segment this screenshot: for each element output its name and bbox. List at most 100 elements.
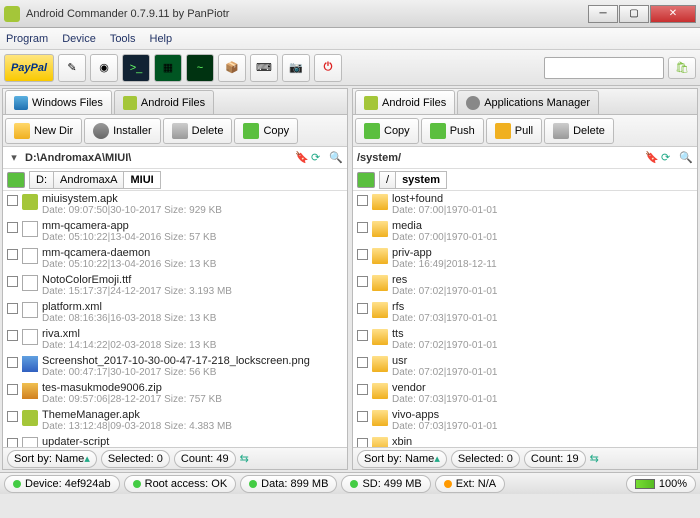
file-row[interactable]: vivo-appsDate: 07:03|1970-01-01 xyxy=(353,407,697,434)
maximize-button[interactable]: ▢ xyxy=(619,5,649,23)
file-row[interactable]: Screenshot_2017-10-30-00-47-17-218_locks… xyxy=(3,353,347,380)
file-row[interactable]: priv-appDate: 16:49|2018-12-11 xyxy=(353,245,697,272)
checkbox[interactable] xyxy=(7,276,18,287)
checkbox[interactable] xyxy=(357,384,368,395)
file-row[interactable]: NotoColorEmoji.ttfDate: 15:17:37|24-12-2… xyxy=(3,272,347,299)
delete-button-right[interactable]: Delete xyxy=(544,118,614,144)
bag-icon[interactable]: 🛍 xyxy=(668,57,696,79)
file-row[interactable]: miuisystem.apkDate: 09:07:50|30-10-2017 … xyxy=(3,191,347,218)
sort-left[interactable]: Sort by: Name ▴ xyxy=(7,450,97,468)
paypal-button[interactable]: PayPal xyxy=(4,54,54,82)
search-icon[interactable]: 🔍 xyxy=(679,151,693,164)
checkbox[interactable] xyxy=(357,222,368,233)
input-icon[interactable]: ⌨ xyxy=(250,54,278,82)
checkbox[interactable] xyxy=(7,384,18,395)
tab-android-files-right[interactable]: Android Files xyxy=(355,90,455,114)
button-label: Push xyxy=(450,125,475,137)
checkbox[interactable] xyxy=(357,438,368,447)
file-row[interactable]: mm-qcamera-daemonDate: 05:10:22|13-04-20… xyxy=(3,245,347,272)
gear-icon xyxy=(466,96,480,110)
installer-button[interactable]: Installer xyxy=(84,118,161,144)
search-icon[interactable]: 🔍 xyxy=(329,151,343,164)
file-name: res xyxy=(392,274,693,286)
sort-right[interactable]: Sort by: Name ▴ xyxy=(357,450,447,468)
checkbox[interactable] xyxy=(357,195,368,206)
crumb-andromaxa[interactable]: AndromaxA xyxy=(53,171,124,189)
newdir-button[interactable]: New Dir xyxy=(5,118,82,144)
bookmark-icon[interactable]: 🔖 xyxy=(645,151,657,164)
checkbox[interactable] xyxy=(7,222,18,233)
file-name: vivo-apps xyxy=(392,409,693,421)
bookmark-icon[interactable]: 🔖 xyxy=(295,151,307,164)
file-row[interactable]: lost+foundDate: 07:00|1970-01-01 xyxy=(353,191,697,218)
file-row[interactable]: updater-scriptDate: 18:21:16|08-03-2018 … xyxy=(3,434,347,447)
refresh-icon[interactable]: ⟳ xyxy=(661,151,675,164)
menu-program[interactable]: Program xyxy=(6,33,48,45)
checkbox[interactable] xyxy=(357,276,368,287)
checkbox[interactable] xyxy=(7,303,18,314)
file-row[interactable]: tes-masukmode9006.zipDate: 09:57:06|28-1… xyxy=(3,380,347,407)
edit-icon[interactable]: ✎ xyxy=(58,54,86,82)
checkbox[interactable] xyxy=(7,330,18,341)
back-button[interactable] xyxy=(7,172,25,188)
file-icon xyxy=(22,221,38,237)
copy-button-left[interactable]: Copy xyxy=(234,118,298,144)
checkbox[interactable] xyxy=(7,438,18,447)
copy-button-right[interactable]: Copy xyxy=(355,118,419,144)
menu-tools[interactable]: Tools xyxy=(110,33,136,45)
folder-icon xyxy=(372,275,388,291)
crumb-root[interactable]: / xyxy=(379,171,396,189)
file-row[interactable]: platform.xmlDate: 08:16:36|16-03-2018 Si… xyxy=(3,299,347,326)
delete-button-left[interactable]: Delete xyxy=(163,118,233,144)
checkbox[interactable] xyxy=(7,411,18,422)
terminal-icon[interactable]: >_ xyxy=(122,54,150,82)
minimize-button[interactable]: ─ xyxy=(588,5,618,23)
checkbox[interactable] xyxy=(357,303,368,314)
path-dropdown[interactable]: ▾ xyxy=(7,151,21,164)
checkbox[interactable] xyxy=(357,411,368,422)
back-button[interactable] xyxy=(357,172,375,188)
crumb-system[interactable]: system xyxy=(395,171,447,189)
nav-arrows-icon[interactable]: ⇆ xyxy=(240,452,252,465)
file-row[interactable]: mm-qcamera-appDate: 05:10:22|13-04-2016 … xyxy=(3,218,347,245)
process-icon[interactable]: ▦ xyxy=(154,54,182,82)
checkbox[interactable] xyxy=(7,249,18,260)
file-row[interactable]: ttsDate: 07:02|1970-01-01 xyxy=(353,326,697,353)
nav-arrows-icon[interactable]: ⇆ xyxy=(590,452,602,465)
tab-applications-manager[interactable]: Applications Manager xyxy=(457,90,599,114)
search-input[interactable] xyxy=(544,57,664,79)
tab-android-files-left[interactable]: Android Files xyxy=(114,90,214,114)
file-row[interactable]: mediaDate: 07:00|1970-01-01 xyxy=(353,218,697,245)
file-row[interactable]: rfsDate: 07:03|1970-01-01 xyxy=(353,299,697,326)
screenshot-icon[interactable]: 📷 xyxy=(282,54,310,82)
file-row[interactable]: xbinDate: 07:00|1970-01-01 xyxy=(353,434,697,447)
wifi-icon[interactable]: ◉ xyxy=(90,54,118,82)
refresh-icon[interactable]: ⟳ xyxy=(311,151,325,164)
menu-device[interactable]: Device xyxy=(62,33,96,45)
package-icon[interactable]: 📦 xyxy=(218,54,246,82)
checkbox[interactable] xyxy=(357,357,368,368)
pull-button[interactable]: Pull xyxy=(486,118,542,144)
checkbox[interactable] xyxy=(357,249,368,260)
push-button[interactable]: Push xyxy=(421,118,484,144)
close-button[interactable]: ✕ xyxy=(650,5,696,23)
file-row[interactable]: resDate: 07:02|1970-01-01 xyxy=(353,272,697,299)
breadcrumbs-right: / system xyxy=(353,169,697,191)
checkbox[interactable] xyxy=(7,195,18,206)
activity-icon[interactable]: ~ xyxy=(186,54,214,82)
checkbox[interactable] xyxy=(357,330,368,341)
file-row[interactable]: vendorDate: 07:03|1970-01-01 xyxy=(353,380,697,407)
checkbox[interactable] xyxy=(7,357,18,368)
file-list-right[interactable]: lost+foundDate: 07:00|1970-01-01mediaDat… xyxy=(353,191,697,447)
tab-windows-files[interactable]: Windows Files xyxy=(5,90,112,114)
file-row[interactable]: ThemeManager.apkDate: 13:12:48|09-03-201… xyxy=(3,407,347,434)
crumb-miui[interactable]: MIUI xyxy=(123,171,160,189)
file-name: vendor xyxy=(392,382,693,394)
file-name: lost+found xyxy=(392,193,693,205)
file-list-left[interactable]: miuisystem.apkDate: 09:07:50|30-10-2017 … xyxy=(3,191,347,447)
crumb-d[interactable]: D: xyxy=(29,171,54,189)
file-row[interactable]: riva.xmlDate: 14:14:22|02-03-2018 Size: … xyxy=(3,326,347,353)
menu-help[interactable]: Help xyxy=(150,33,173,45)
power-icon[interactable]: ⏻ xyxy=(314,54,342,82)
file-row[interactable]: usrDate: 07:02|1970-01-01 xyxy=(353,353,697,380)
